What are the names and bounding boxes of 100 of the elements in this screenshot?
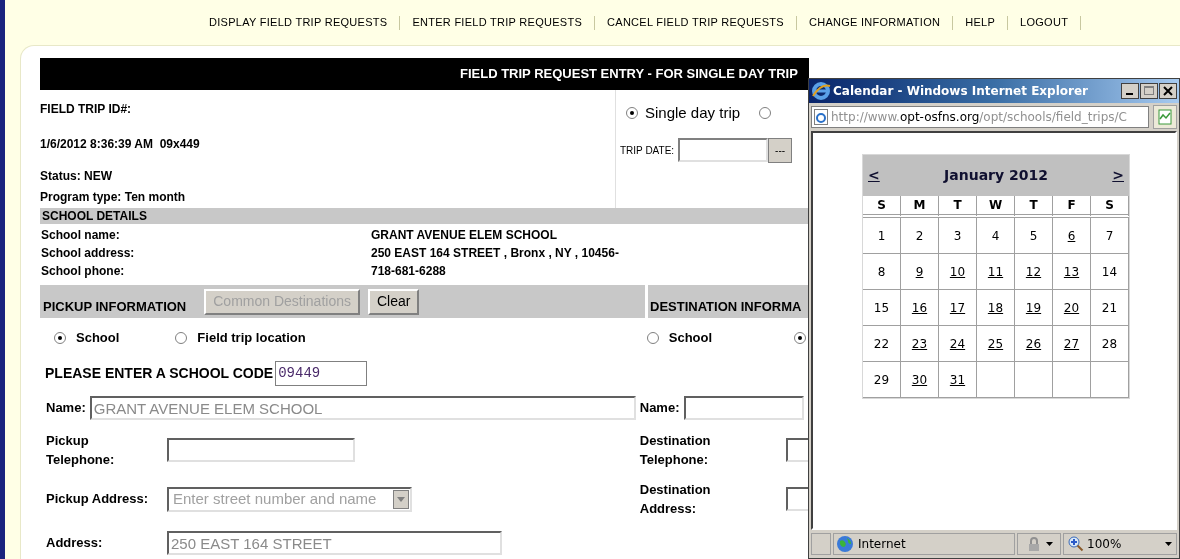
school-code-field[interactable]: 09449: [275, 360, 368, 386]
day-number: 3: [953, 227, 962, 245]
day-link[interactable]: 11: [987, 262, 1004, 281]
field-label: Address:: [46, 534, 104, 553]
day-number: 2: [915, 227, 924, 245]
timestamp-text: 1/6/2012 8:36:39 AM 09x449: [40, 137, 200, 151]
day-number: 1: [877, 227, 886, 245]
address-dropdown[interactable]: Enter street number and name: [167, 486, 412, 512]
nav-link[interactable]: LOGOUT: [1008, 14, 1081, 31]
title-bar: FIELD TRIP REQUEST ENTRY - FOR SINGLE DAY TRIP: [40, 58, 809, 90]
radio-label: School: [76, 329, 120, 348]
field-label: Pickup Telephone:: [46, 432, 116, 469]
nav-link[interactable]: CANCEL FIELD TRIP REQUESTS: [595, 14, 796, 31]
nav-link[interactable]: CHANGE INFORMATION: [796, 14, 953, 31]
radio-label: School: [668, 329, 713, 348]
next-month-link[interactable]: >: [1112, 165, 1124, 186]
day-number: 8: [877, 263, 886, 281]
day-number: 14: [1101, 263, 1118, 281]
nav-link[interactable]: HELP: [953, 14, 1008, 31]
day-link[interactable]: 23: [911, 334, 928, 353]
day-link[interactable]: 13: [1063, 262, 1080, 281]
day-link[interactable]: 6: [1067, 226, 1076, 245]
caret-icon[interactable]: [1165, 542, 1172, 546]
previous-month-link[interactable]: <: [868, 165, 880, 186]
day-number: 7: [1105, 227, 1114, 245]
weekday-header: T: [1015, 196, 1053, 218]
date-input-field[interactable]: [678, 138, 769, 162]
day-number: 29: [873, 371, 890, 389]
zone-label: Internet: [858, 536, 906, 553]
day-number: 22: [873, 335, 890, 353]
caret-icon[interactable]: [1045, 542, 1053, 546]
compatibility-button[interactable]: [1153, 105, 1177, 129]
field-label: FIELD TRIP ID#:: [40, 102, 132, 116]
zoom-level: 100%: [1087, 536, 1123, 553]
form-button[interactable]: Clear: [368, 288, 420, 315]
day-number: 4: [991, 227, 1000, 245]
radio-button[interactable]: [794, 332, 807, 344]
day-link[interactable]: 31: [949, 370, 966, 389]
status-pane: [811, 533, 831, 555]
field-label: Name:: [639, 399, 680, 418]
radio-button[interactable]: [626, 107, 638, 120]
section-heading: PICKUP INFORMATION: [43, 297, 187, 316]
day-link[interactable]: 12: [1025, 262, 1042, 281]
field-label: School phone:: [41, 263, 126, 280]
minimize-icon[interactable]: [1121, 83, 1139, 99]
field-value: GRANT AVENUE ELEM SCHOOL: [371, 227, 557, 244]
weekday-header: M: [901, 196, 939, 218]
caret-icon: [397, 496, 405, 502]
field-value: 250 EAST 164 STREET , Bronx , NY , 10456-: [371, 245, 619, 262]
field-label: PLEASE ENTER A SCHOOL CODE: [45, 363, 274, 383]
program-type-text: Program type: Ten month: [40, 190, 186, 204]
month-title: January 2012: [944, 166, 1048, 185]
telephone-field[interactable]: [167, 438, 355, 462]
day-number: 5: [1029, 227, 1038, 245]
day-link[interactable]: 10: [949, 262, 966, 281]
radio-button[interactable]: [646, 332, 659, 344]
day-link[interactable]: 24: [949, 334, 966, 353]
day-link[interactable]: 16: [911, 298, 928, 317]
day-link[interactable]: 26: [1025, 334, 1042, 353]
day-link[interactable]: 17: [949, 298, 966, 317]
field-label: Destination Telephone:: [639, 432, 712, 469]
radio-button[interactable]: [759, 107, 772, 120]
page-icon: [814, 109, 828, 125]
date-picker-button[interactable]: ---: [768, 137, 793, 163]
address-field[interactable]: http://www.opt-osfns.org/opt/schools/field_trips/C: [811, 106, 1149, 128]
maximize-icon[interactable]: [1140, 83, 1158, 99]
address-field[interactable]: 250 EAST 164 STREET: [167, 531, 502, 555]
day-link[interactable]: 27: [1063, 334, 1080, 353]
field-label: Destination Address:: [639, 481, 712, 518]
name-field[interactable]: [683, 396, 804, 420]
field-label: Name:: [46, 399, 86, 418]
field-label: TRIP DATE:: [620, 143, 675, 158]
day-link[interactable]: 9: [915, 262, 924, 281]
day-link[interactable]: 25: [987, 334, 1004, 353]
weekday-header: F: [1053, 196, 1091, 218]
day-number: 21: [1101, 299, 1118, 317]
window-title: Calendar - Windows Internet Explorer: [833, 83, 1090, 100]
name-field[interactable]: GRANT AVENUE ELEM SCHOOL: [89, 396, 636, 420]
field-value: 718-681-6288: [371, 263, 446, 280]
weekday-header: T: [939, 196, 977, 218]
field-label: School name:: [41, 227, 121, 244]
section-heading: DESTINATION INFORMA: [650, 297, 802, 316]
radio-button[interactable]: [175, 332, 188, 344]
close-icon[interactable]: [1159, 83, 1177, 99]
globe-icon: [836, 535, 854, 553]
section-header: SCHOOL DETAILS: [40, 208, 809, 224]
day-link[interactable]: 30: [911, 370, 928, 389]
zoom-icon[interactable]: [1068, 536, 1084, 552]
day-link[interactable]: 18: [987, 298, 1004, 317]
field-label: School address:: [41, 245, 136, 262]
nav-link[interactable]: DISPLAY FIELD TRIP REQUESTS: [197, 14, 400, 31]
day-link[interactable]: 20: [1063, 298, 1080, 317]
browser-logo-icon: [811, 81, 831, 101]
day-link[interactable]: 19: [1025, 298, 1042, 317]
day-number: 28: [1101, 335, 1118, 353]
status-text: Status: NEW: [40, 169, 112, 183]
radio-label: Field trip location: [197, 329, 306, 348]
day-number: 15: [873, 299, 890, 317]
radio-button[interactable]: [54, 332, 66, 344]
nav-link[interactable]: ENTER FIELD TRIP REQUESTS: [400, 14, 595, 31]
